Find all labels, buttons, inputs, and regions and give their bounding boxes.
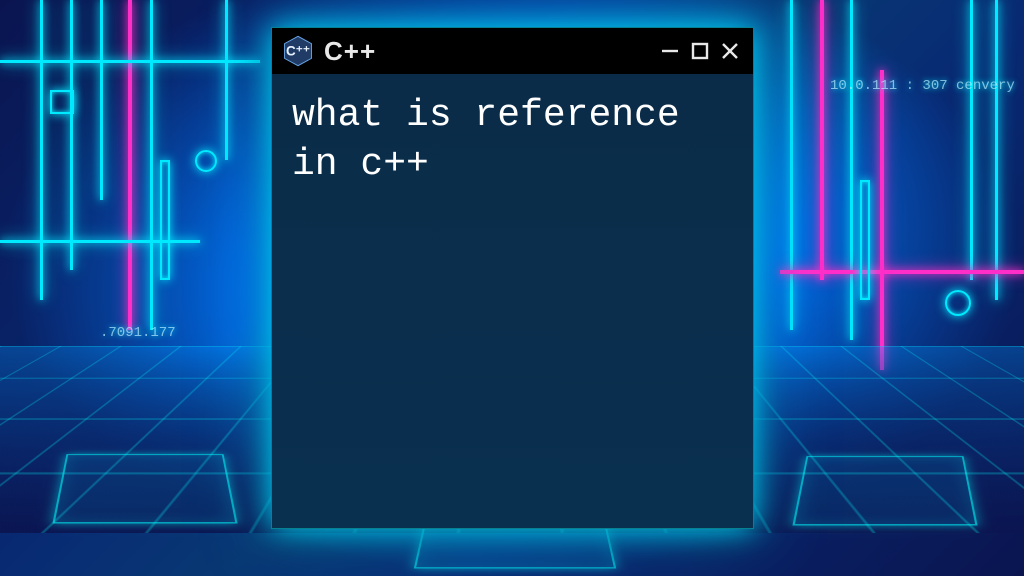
minimize-button[interactable] [659, 40, 681, 62]
circuit-line [820, 0, 824, 280]
close-button[interactable] [719, 40, 741, 62]
circuit-line [70, 0, 73, 270]
terminal-window: C⁺⁺ C++ what is reference in c++ [271, 27, 754, 529]
circuit-line [0, 240, 200, 243]
circuit-line [970, 0, 973, 280]
terminal-body[interactable]: what is reference in c++ [272, 74, 753, 528]
decor-text-right: 10.0.111 : 307 cenvery [830, 78, 1015, 94]
floor-pane [792, 456, 977, 525]
decor-text-left: .7091.177 [100, 325, 176, 341]
circuit-line [850, 0, 853, 340]
circuit-line [150, 0, 153, 330]
floor-pane [52, 454, 237, 523]
circuit-bar [860, 180, 870, 300]
svg-text:C⁺⁺: C⁺⁺ [286, 43, 310, 58]
circuit-line [0, 60, 260, 63]
circuit-node [195, 150, 217, 172]
window-title: C++ [324, 36, 376, 67]
circuit-bar [160, 160, 170, 280]
titlebar[interactable]: C⁺⁺ C++ [272, 28, 753, 74]
circuit-line [780, 270, 1024, 274]
circuit-node [945, 290, 971, 316]
circuit-line [790, 0, 793, 330]
circuit-line [128, 0, 132, 330]
circuit-node [50, 90, 74, 114]
circuit-line [225, 0, 228, 160]
window-controls [659, 40, 741, 62]
circuit-line [40, 0, 43, 300]
circuit-line [100, 0, 103, 200]
circuit-line [995, 0, 998, 300]
title-left-group: C⁺⁺ C++ [282, 35, 376, 67]
maximize-button[interactable] [689, 40, 711, 62]
cpp-hex-logo-icon: C⁺⁺ [282, 35, 314, 67]
circuit-line [880, 70, 884, 370]
